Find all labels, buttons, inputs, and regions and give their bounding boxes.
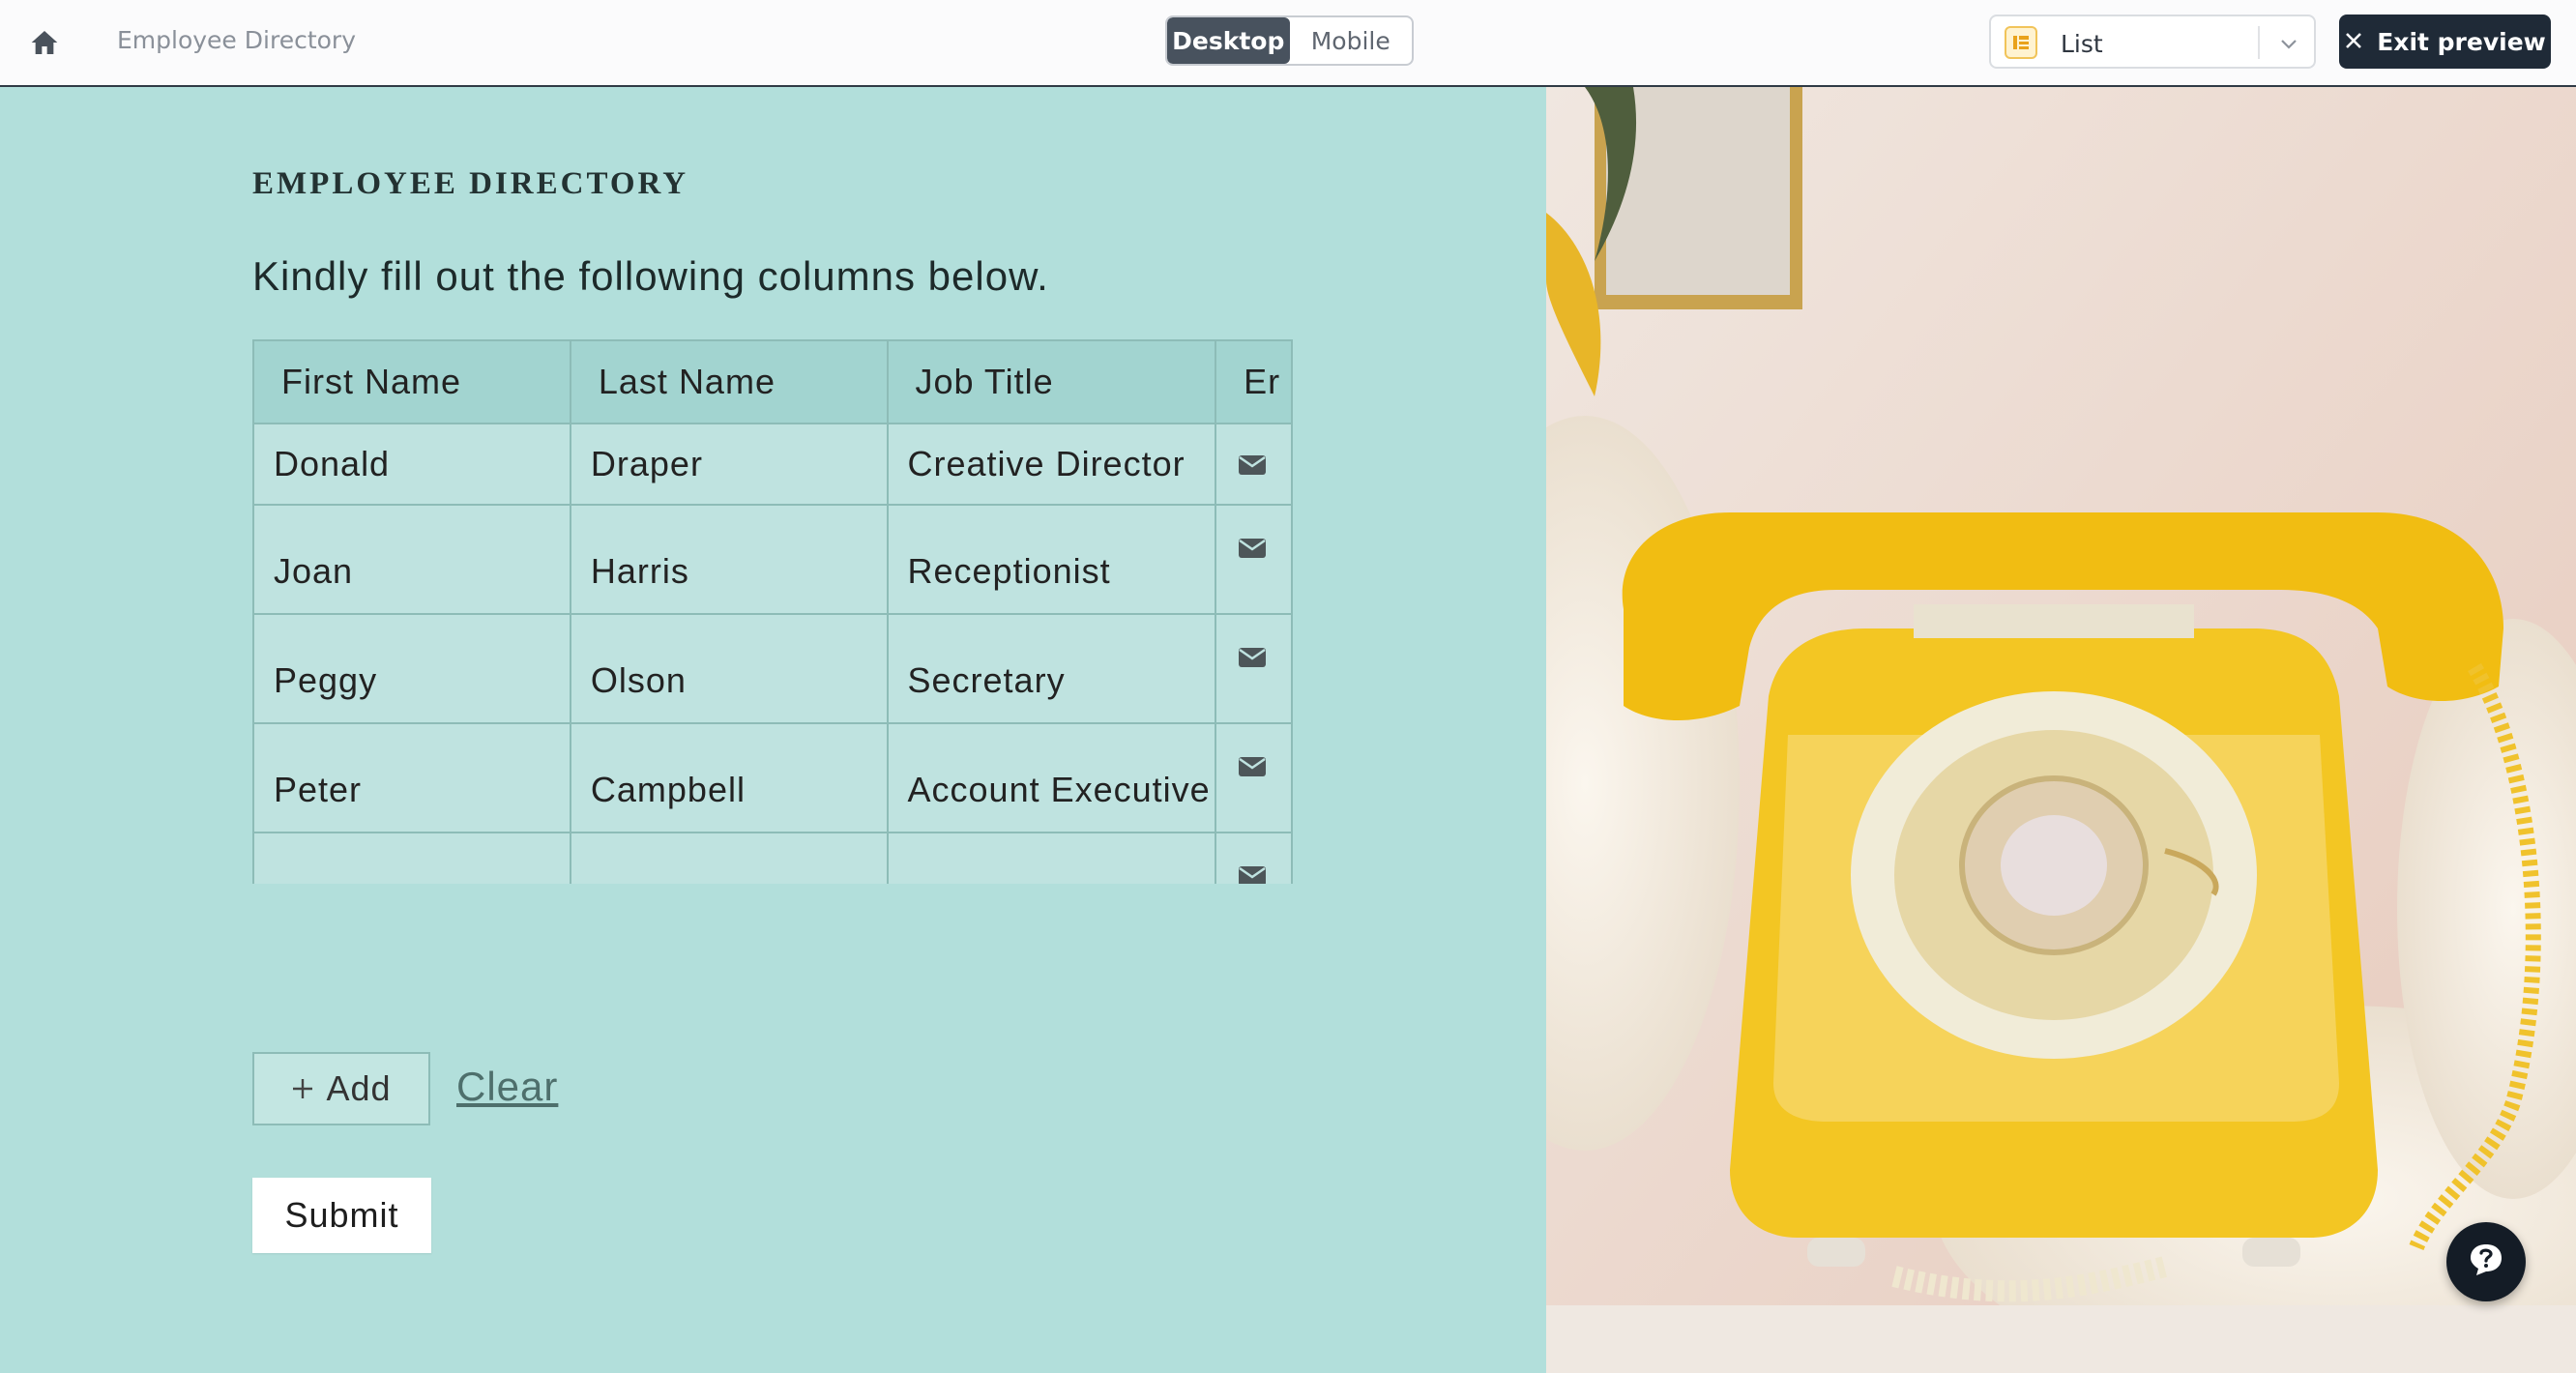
job-title-cell[interactable]: Receptionist — [886, 504, 1217, 615]
first-name-cell[interactable]: Peter — [252, 722, 571, 833]
chevron-down-icon[interactable] — [2277, 32, 2300, 60]
close-icon — [2344, 28, 2363, 56]
mail-icon — [1238, 636, 1267, 676]
mail-icon — [1238, 855, 1267, 884]
desktop-view-button[interactable]: Desktop — [1167, 17, 1290, 64]
job-title-cell[interactable]: Account Executive — [886, 832, 1217, 884]
email-cell[interactable] — [1215, 722, 1293, 833]
first-name-cell[interactable]: Peggy — [252, 613, 571, 724]
last-name-cell[interactable]: Olson — [569, 613, 889, 724]
job-title-cell[interactable]: Secretary — [886, 613, 1217, 724]
mail-icon — [1238, 444, 1267, 483]
email-cell[interactable] — [1215, 832, 1293, 884]
table-row: Peter Campbell Account Executive — [252, 722, 1293, 833]
add-row-button[interactable]: Add — [252, 1052, 430, 1125]
column-header-email: Er — [1215, 339, 1293, 424]
job-title-cell[interactable]: Creative Director — [886, 423, 1217, 506]
mobile-view-button[interactable]: Mobile — [1290, 17, 1413, 64]
email-cell[interactable] — [1215, 423, 1293, 506]
rotary-phone-illustration — [1546, 87, 2576, 1373]
submit-button[interactable]: Submit — [252, 1178, 431, 1253]
view-toggle: Desktop Mobile — [1165, 15, 1414, 66]
clear-link[interactable]: Clear — [456, 1064, 558, 1110]
job-title-cell[interactable]: Account Executive — [886, 722, 1217, 833]
mail-icon — [1238, 527, 1267, 567]
home-icon[interactable] — [29, 27, 60, 58]
employee-table-scroll[interactable]: First Name Last Name Job Title Er Donald… — [252, 339, 1293, 884]
last-name-cell[interactable]: Harris — [569, 504, 889, 615]
last-name-cell[interactable]: Draper — [569, 423, 889, 506]
mail-icon — [1238, 745, 1267, 785]
exit-preview-label: Exit preview — [2377, 27, 2546, 56]
select-divider — [2258, 26, 2260, 59]
form-heading: EMPLOYEE DIRECTORY — [252, 166, 689, 201]
last-name-cell[interactable]: Cosgrove — [569, 832, 889, 884]
page-title: Employee Directory — [117, 26, 356, 54]
rotary-phone-image — [1546, 87, 2576, 1373]
layout-select-value: List — [2061, 30, 2103, 58]
help-icon — [2467, 1241, 2505, 1284]
first-name-cell[interactable]: Ken — [252, 832, 571, 884]
column-header-job-title: Job Title — [886, 339, 1217, 424]
table-row: Donald Draper Creative Director — [252, 423, 1293, 506]
last-name-cell[interactable]: Campbell — [569, 722, 889, 833]
table-row: Ken Cosgrove Account Executive — [252, 832, 1293, 884]
list-layout-icon — [2005, 26, 2037, 59]
first-name-cell[interactable]: Donald — [252, 423, 571, 506]
top-bar: Employee Directory Desktop Mobile List E… — [0, 0, 2576, 87]
column-header-last-name: Last Name — [569, 339, 889, 424]
email-cell[interactable] — [1215, 613, 1293, 724]
table-row: Peggy Olson Secretary — [252, 613, 1293, 724]
help-button[interactable] — [2446, 1222, 2526, 1301]
email-cell[interactable] — [1215, 504, 1293, 615]
plus-icon — [291, 1068, 314, 1109]
add-row-label: Add — [326, 1068, 392, 1108]
form-instruction: Kindly fill out the following columns be… — [252, 253, 1049, 299]
employee-table: First Name Last Name Job Title Er Donald… — [252, 339, 1293, 884]
exit-preview-button[interactable]: Exit preview — [2339, 15, 2551, 69]
layout-select[interactable]: List — [1989, 15, 2316, 69]
column-header-first-name: First Name — [252, 339, 571, 424]
first-name-cell[interactable]: Joan — [252, 504, 571, 615]
table-row: Joan Harris Receptionist — [252, 504, 1293, 615]
